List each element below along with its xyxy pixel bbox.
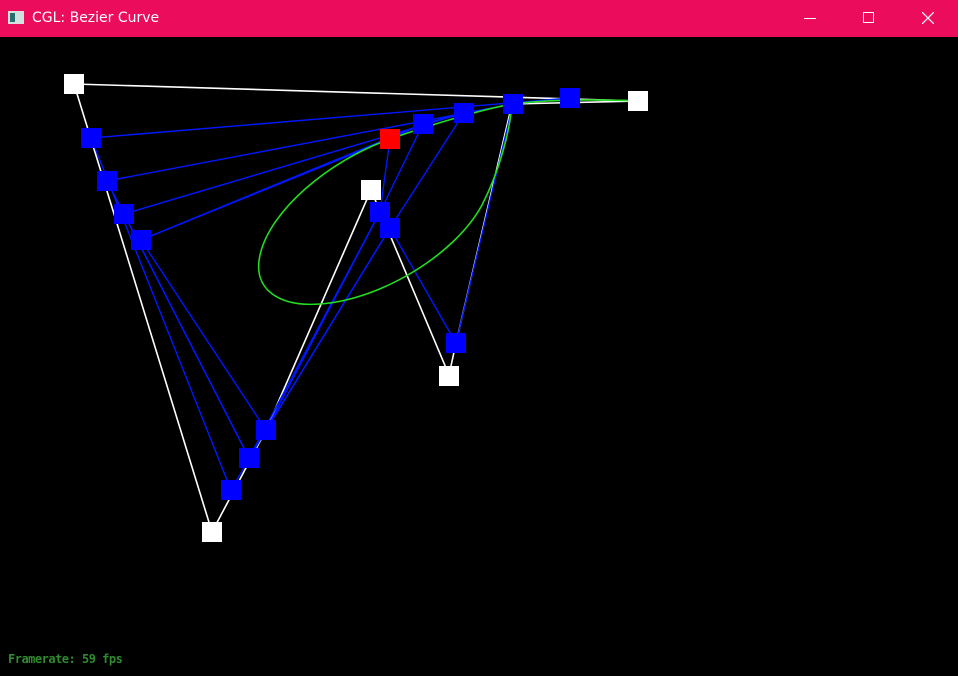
construction-level-3 <box>123 112 465 460</box>
render-canvas[interactable] <box>0 37 958 671</box>
control-point[interactable] <box>202 522 222 542</box>
intermediate-point[interactable] <box>446 333 466 353</box>
intermediate-point[interactable] <box>131 230 151 250</box>
bezier-curve <box>257 99 639 306</box>
minimize-button[interactable] <box>787 0 833 37</box>
control-point[interactable] <box>439 366 459 386</box>
intermediate-point[interactable] <box>256 420 276 440</box>
intermediate-point[interactable] <box>454 103 474 123</box>
title-bar[interactable]: CGL: Bezier Curve <box>0 0 958 37</box>
maximize-icon <box>863 12 874 23</box>
close-icon <box>922 12 934 24</box>
curve-current-point[interactable] <box>380 129 400 149</box>
control-point[interactable] <box>64 74 84 94</box>
construction-level-1 <box>90 97 571 492</box>
control-points <box>64 74 648 542</box>
app-icon <box>8 11 24 24</box>
intermediate-point[interactable] <box>81 128 101 148</box>
intermediate-point[interactable] <box>503 94 523 114</box>
maximize-button[interactable] <box>846 0 892 37</box>
minimize-icon <box>804 18 816 19</box>
intermediate-point[interactable] <box>413 114 433 134</box>
intermediate-point[interactable] <box>114 204 134 224</box>
bezier-scene <box>64 74 648 542</box>
intermediate-point[interactable] <box>560 88 580 108</box>
control-point[interactable] <box>628 91 648 111</box>
control-point[interactable] <box>361 180 381 200</box>
intermediate-point[interactable] <box>221 480 241 500</box>
construction-lines <box>90 97 571 492</box>
framerate-label: Framerate: 59 fps <box>8 652 123 666</box>
window-title: CGL: Bezier Curve <box>32 10 160 26</box>
construction-level-5 <box>140 138 391 241</box>
intermediate-point[interactable] <box>380 218 400 238</box>
close-button[interactable] <box>905 0 951 37</box>
construction-level-4 <box>140 123 424 432</box>
intermediate-points <box>81 88 580 500</box>
intermediate-point[interactable] <box>239 448 259 468</box>
intermediate-point[interactable] <box>97 171 117 191</box>
